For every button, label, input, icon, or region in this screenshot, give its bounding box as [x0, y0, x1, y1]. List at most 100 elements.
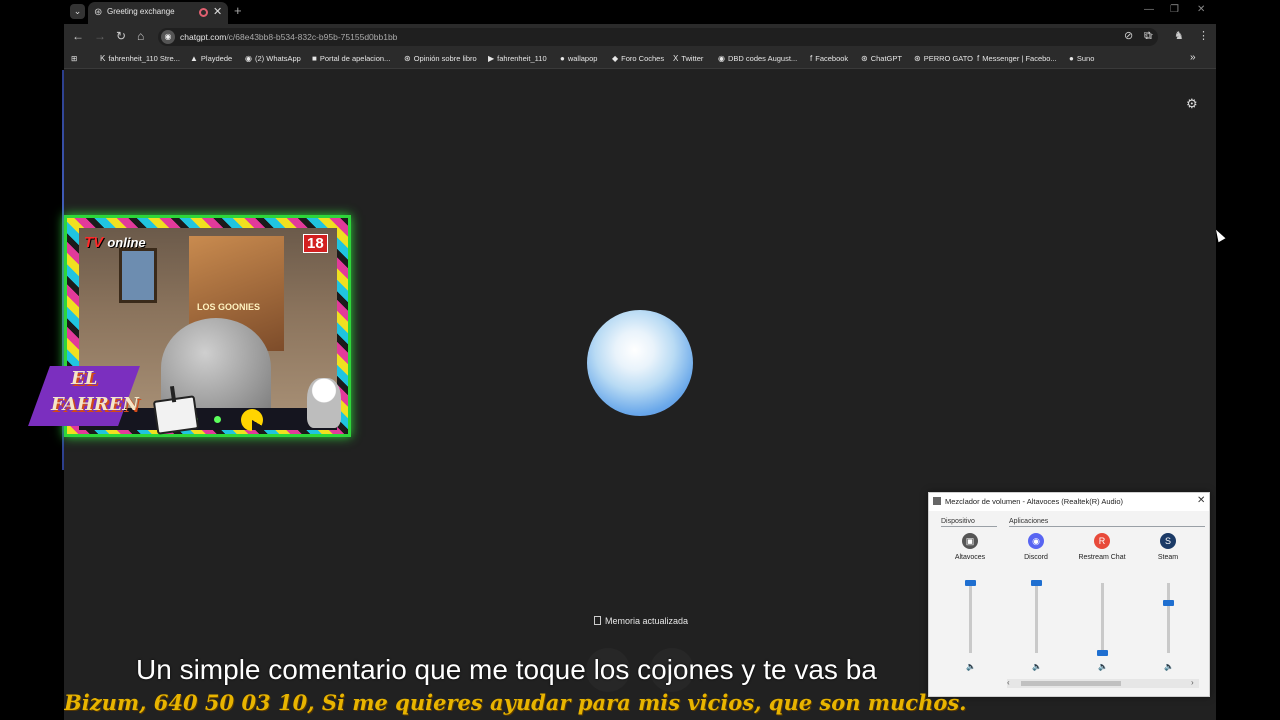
mixer-horizontal-scrollbar[interactable]: ‹ › [1007, 678, 1199, 688]
voice-settings-sliders-icon[interactable]: ⚙ [1186, 96, 1198, 112]
tab-greeting-exchange[interactable]: ⊛ Greeting exchange ✕ [88, 2, 228, 24]
recording-indicator-icon [199, 8, 208, 17]
device-section-label: Dispositivo [941, 518, 975, 525]
mixer-close-button[interactable]: ✕ [1197, 495, 1205, 506]
tab-search-button[interactable]: ⌄ [70, 4, 85, 19]
mute-speaker-icon[interactable]: 🔈 [966, 662, 976, 671]
reload-icon[interactable]: ↻ [116, 29, 126, 43]
scroll-right-icon[interactable]: › [1191, 678, 1194, 687]
url-path: /c/68e43bb8-b534-832c-b95b-75155d0bb1bb [226, 32, 398, 42]
bookmark-favicon-icon: ◉ [245, 54, 252, 63]
volume-mixer-window: Mezclador de volumen - Altavoces (Realte… [928, 492, 1210, 697]
wall-picture-frame [119, 248, 157, 303]
scroll-thumb[interactable] [1021, 681, 1121, 686]
bookmark-item[interactable]: f Facebook [810, 54, 848, 63]
astronaut-icon [307, 378, 341, 428]
mixer-channel: R Restream Chat 🔈 [1071, 533, 1133, 673]
tab-title: Greeting exchange [107, 7, 175, 16]
home-icon[interactable]: ⌂ [137, 29, 144, 43]
bookmark-item[interactable]: X Twitter [673, 54, 703, 63]
bookmark-item[interactable]: Kfahrenheit_110 Stre... [100, 54, 180, 63]
bookmark-item[interactable]: ● wallapop [560, 54, 597, 63]
window-close-button[interactable]: ✕ [1197, 4, 1205, 15]
bookmark-item[interactable]: ◆ Foro Coches [612, 54, 664, 63]
bookmark-item[interactable]: ⊛ ChatGPT [861, 54, 902, 63]
volume-slider-track[interactable] [1167, 583, 1170, 653]
memory-icon [594, 616, 601, 625]
bookmark-favicon-icon: K [100, 54, 106, 63]
bookmark-item[interactable]: ◉ (2) WhatsApp [245, 54, 301, 63]
forward-arrow-icon[interactable]: → [94, 29, 106, 43]
memory-status-text: Memoria actualizada [605, 616, 689, 626]
bookmark-favicon-icon: ◆ [612, 54, 619, 63]
bookmark-favicon-icon: ● [560, 54, 565, 63]
volume-slider-thumb[interactable] [965, 580, 976, 586]
tv-label-main: TV [84, 234, 104, 251]
bookmark-item[interactable]: ■ Portal de apelacion... [312, 54, 390, 63]
bookmark-item[interactable]: f Messenger | Facebo... [977, 54, 1057, 63]
bookmark-item[interactable]: ● Suno [1069, 54, 1094, 63]
voice-orb [587, 310, 693, 416]
scroll-left-icon[interactable]: ‹ [1007, 678, 1010, 687]
live-subtitle: Un simple comentario que me toque los co… [136, 654, 877, 685]
webcam-overlay: LOS GOONIES TV online 18 EL FAHREN [28, 215, 351, 437]
bookmark-favicon-icon: ● [1069, 54, 1074, 63]
bookmark-label: Portal de apelacion... [319, 54, 391, 63]
memory-updated-status[interactable]: Memoria actualizada [594, 616, 688, 626]
bookmark-label: Foro Coches [621, 54, 665, 63]
bookmark-item[interactable]: ⊛ PERRO GATO [914, 54, 973, 63]
discord-icon[interactable]: ◉ [1028, 533, 1044, 549]
bookmark-label: Playdede [200, 54, 233, 63]
pacman-icon [241, 409, 263, 431]
steam-icon[interactable]: S [1160, 533, 1176, 549]
mixer-app-icon [933, 497, 941, 505]
profile-avatar-icon[interactable]: ♞ [1174, 30, 1184, 43]
speaker-device-icon[interactable]: ▣ [962, 533, 978, 549]
channel-name: Steam [1157, 554, 1179, 561]
bookmark-label: fahrenheit_110 [497, 54, 547, 63]
back-arrow-icon[interactable]: ← [72, 29, 84, 43]
tab-close-button[interactable]: ✕ [213, 5, 222, 18]
extensions-puzzle-icon[interactable]: ⧉ [1144, 30, 1152, 43]
apps-grid-icon[interactable]: ⊞ [71, 54, 77, 63]
bookmarks-overflow-button[interactable]: » [1190, 52, 1196, 63]
bookmark-favicon-icon: ▶ [488, 54, 495, 63]
volume-slider-thumb[interactable] [1031, 580, 1042, 586]
bookmark-favicon-icon: X [673, 54, 679, 63]
volume-slider-thumb[interactable] [1097, 650, 1108, 656]
logo-line-2: FAHREN [51, 394, 139, 415]
bookmark-label: Suno [1076, 54, 1095, 63]
bookmark-favicon-icon: ◉ [718, 54, 725, 63]
bookmarks-bar: ⊞ Kfahrenheit_110 Stre... ▲ Playdede ◉ (2) W… [64, 50, 1216, 69]
eye-off-icon[interactable]: ⊘ [1124, 30, 1133, 43]
bookmark-label: Opinión sobre libro [413, 54, 477, 63]
mute-speaker-icon[interactable]: 🔈 [1164, 662, 1174, 671]
volume-slider-track[interactable] [1035, 583, 1038, 653]
mute-speaker-icon[interactable]: 🔈 [1032, 662, 1042, 671]
streamer-head [161, 318, 271, 408]
joystick-icon [152, 395, 200, 435]
volume-slider-track[interactable] [1101, 583, 1104, 653]
restream-icon[interactable]: R [1094, 533, 1110, 549]
bookmark-item[interactable]: ▶ fahrenheit_110 [488, 54, 547, 63]
bookmark-favicon-icon: ⊛ [404, 54, 411, 63]
bookmark-label: ChatGPT [870, 54, 902, 63]
bookmark-item[interactable]: ◉ DBD codes August... [718, 54, 797, 63]
bookmark-favicon-icon: ▲ [190, 54, 198, 63]
tv-label-sub: online [107, 235, 146, 250]
address-bar[interactable]: ◉ chatgpt.com/c/68e43bb8-b534-832c-b95b-… [158, 28, 1158, 46]
menu-kebab-icon[interactable]: ⋮ [1198, 30, 1209, 43]
bookmark-item[interactable]: ▲ Playdede [190, 54, 232, 63]
volume-slider-thumb[interactable] [1163, 599, 1174, 606]
volume-slider-track[interactable] [969, 583, 972, 653]
pac-dot-icon [214, 416, 221, 423]
restore-button[interactable]: ❐ [1170, 4, 1179, 15]
url-text: chatgpt.com/c/68e43bb8-b534-832c-b95b-75… [180, 32, 397, 42]
bookmark-label: (2) WhatsApp [254, 54, 301, 63]
minimize-button[interactable]: — [1144, 4, 1154, 15]
new-tab-button[interactable]: + [234, 3, 242, 18]
bookmark-item[interactable]: ⊛ Opinión sobre libro [404, 54, 477, 63]
mute-speaker-icon[interactable]: 🔈 [1098, 662, 1108, 671]
site-info-icon[interactable]: ◉ [161, 30, 175, 44]
screen: ⌄ ⊛ Greeting exchange ✕ + — ❐ ✕ ← → ↻ ⌂ … [0, 0, 1280, 720]
